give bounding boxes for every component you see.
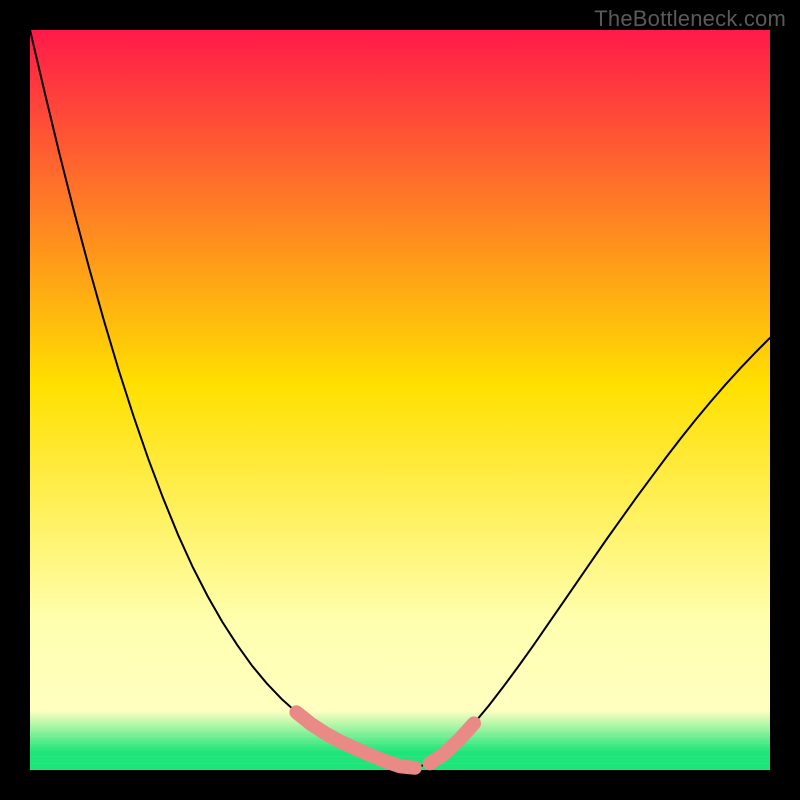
chart-gradient-bg <box>30 30 770 770</box>
chart-container: TheBottleneck.com <box>0 0 800 800</box>
chart-svg <box>0 0 800 800</box>
watermark-text: TheBottleneck.com <box>594 6 786 32</box>
